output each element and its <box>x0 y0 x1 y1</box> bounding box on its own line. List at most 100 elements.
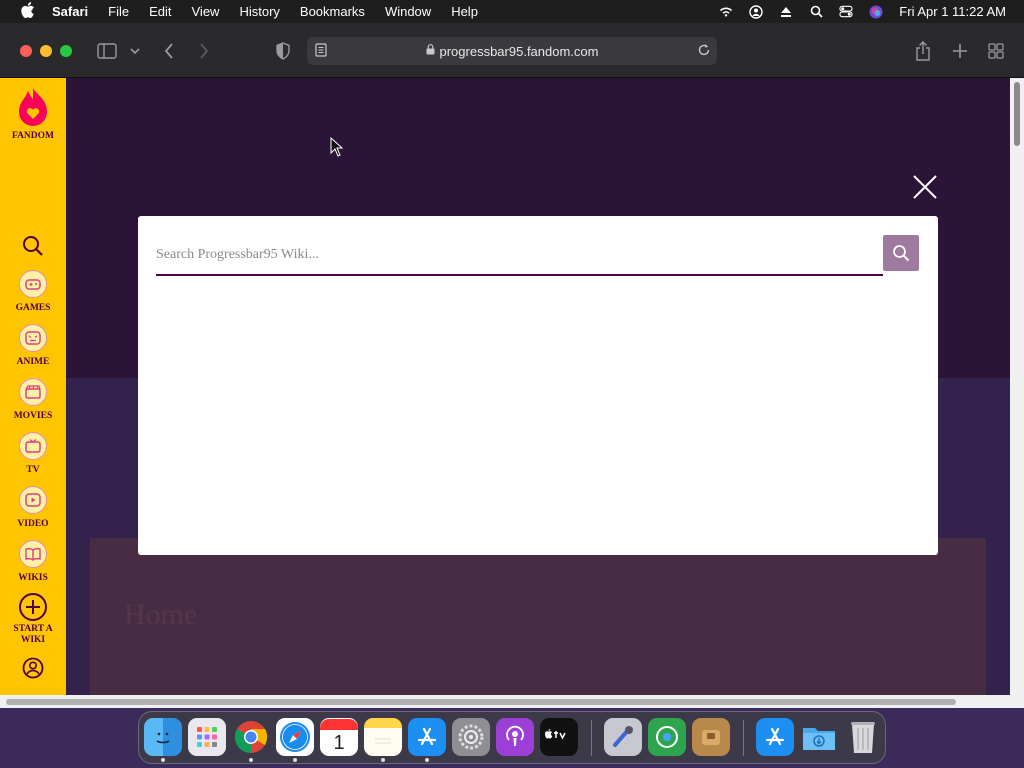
fandom-logo-label: FANDOM <box>11 131 55 141</box>
safari-icon[interactable] <box>276 718 314 756</box>
podcasts-icon[interactable] <box>496 718 534 756</box>
vertical-scrollbar[interactable] <box>1010 78 1024 695</box>
finder-icon[interactable] <box>144 718 182 756</box>
sidebar-search[interactable] <box>0 235 66 257</box>
sidebar-item-anime[interactable]: ANIME <box>0 324 66 368</box>
horizontal-scrollbar-thumb[interactable] <box>6 699 956 705</box>
plus-circle-icon <box>19 593 47 621</box>
sidebar-item-wikis[interactable]: WIKIS <box>0 540 66 584</box>
dock-separator <box>743 720 744 756</box>
search-submit-button[interactable] <box>883 235 919 271</box>
start-wiki-label-line1: START A <box>13 624 53 634</box>
window-minimize-button[interactable] <box>40 45 52 57</box>
new-tab-icon[interactable] <box>950 41 970 61</box>
mouse-cursor-icon <box>330 137 344 157</box>
app-store-download-icon[interactable] <box>756 718 794 756</box>
fandom-global-nav: FANDOM GAMES ANIME MOVIES TV VIDEO WIKIS… <box>0 78 66 695</box>
system-preferences-icon[interactable] <box>452 718 490 756</box>
dock-separator <box>591 720 592 756</box>
calendar-month-band <box>320 718 358 730</box>
fandom-flame-icon <box>19 88 47 126</box>
tab-overview-icon[interactable] <box>986 41 1006 61</box>
chrome-icon[interactable] <box>232 718 270 756</box>
book-icon <box>19 540 47 568</box>
close-search-button[interactable] <box>912 174 938 200</box>
running-indicator <box>425 758 429 762</box>
running-indicator <box>249 758 253 762</box>
fandom-logo[interactable]: FANDOM <box>0 86 66 142</box>
sidebar-toggle-icon[interactable] <box>96 41 118 61</box>
xcode-tools-icon[interactable] <box>604 718 642 756</box>
launchpad-icon[interactable] <box>188 718 226 756</box>
menu-history[interactable]: History <box>239 4 279 19</box>
window-zoom-button[interactable] <box>60 45 72 57</box>
macos-dock: 1 <box>138 711 886 764</box>
wifi-icon[interactable] <box>719 5 733 19</box>
user-icon <box>22 657 44 679</box>
menu-file[interactable]: File <box>108 4 129 19</box>
sidebar-item-games[interactable]: GAMES <box>0 270 66 314</box>
address-bar[interactable]: progressbar95.fandom.com <box>307 37 717 65</box>
sidebar-item-label: GAMES <box>15 303 51 313</box>
clapperboard-icon <box>19 378 47 406</box>
menu-help[interactable]: Help <box>451 4 478 19</box>
sidebar-item-movies[interactable]: MOVIES <box>0 378 66 422</box>
sidebar-item-label: MOVIES <box>13 411 53 421</box>
lock-icon <box>426 44 435 58</box>
siri-icon[interactable] <box>869 5 883 19</box>
forward-icon[interactable] <box>195 41 213 61</box>
reload-icon[interactable] <box>697 43 711 60</box>
share-icon[interactable] <box>913 40 933 62</box>
start-a-wiki-button[interactable]: START A WIKI <box>0 592 66 646</box>
sidebar-item-video[interactable]: VIDEO <box>0 486 66 530</box>
running-indicator <box>381 758 385 762</box>
calendar-day-glyph: 1 <box>333 731 345 754</box>
reader-view-icon[interactable] <box>315 43 327 60</box>
menu-edit[interactable]: Edit <box>149 4 171 19</box>
calendar-icon[interactable]: 1 <box>320 718 358 756</box>
close-icon <box>913 175 937 199</box>
sidebar-item-tv[interactable]: TV <box>0 432 66 476</box>
search-modal <box>138 216 938 555</box>
find-my-icon[interactable] <box>648 718 686 756</box>
web-page: Home FANDOM GAMES ANIME MOVIES TV VIDEO … <box>0 78 1010 695</box>
tab-group-chevron-icon[interactable] <box>129 43 141 59</box>
vertical-scrollbar-thumb[interactable] <box>1014 82 1020 146</box>
menu-view[interactable]: View <box>192 4 220 19</box>
archive-utility-icon[interactable] <box>692 718 730 756</box>
running-indicator <box>161 758 165 762</box>
sidebar-item-label: WIKIS <box>18 573 48 583</box>
apple-tv-icon[interactable] <box>540 718 578 756</box>
search-input[interactable] <box>156 236 883 276</box>
horizontal-scrollbar[interactable] <box>0 695 1024 708</box>
menu-app-name[interactable]: Safari <box>52 4 88 19</box>
user-account-icon[interactable] <box>749 4 763 19</box>
eject-icon[interactable] <box>779 5 793 19</box>
url-text: progressbar95.fandom.com <box>439 43 599 59</box>
downloads-folder-icon[interactable] <box>800 718 838 756</box>
tv-icon <box>19 432 47 460</box>
control-center-icon[interactable] <box>839 5 853 19</box>
search-icon[interactable] <box>22 235 44 257</box>
app-store-icon[interactable] <box>408 718 446 756</box>
apple-menu-icon[interactable] <box>18 1 38 22</box>
search-icon <box>893 245 910 262</box>
window-close-button[interactable] <box>20 45 32 57</box>
privacy-shield-icon[interactable] <box>273 41 293 61</box>
start-wiki-label-line2: WIKI <box>20 635 46 645</box>
sidebar-user-account[interactable] <box>0 657 66 679</box>
spotlight-search-icon[interactable] <box>809 5 823 19</box>
sidebar-item-label: ANIME <box>16 357 50 367</box>
back-icon[interactable] <box>160 41 178 61</box>
trash-icon[interactable] <box>844 718 882 756</box>
sidebar-item-label: VIDEO <box>17 519 49 529</box>
macos-menu-bar: Safari File Edit View History Bookmarks … <box>0 0 1024 23</box>
menu-bookmarks[interactable]: Bookmarks <box>300 4 365 19</box>
sidebar-item-label: TV <box>26 465 40 475</box>
notes-icon[interactable] <box>364 718 402 756</box>
play-icon <box>19 486 47 514</box>
gamepad-icon <box>19 270 47 298</box>
menu-clock[interactable]: Fri Apr 1 11:22 AM <box>899 4 1006 19</box>
anime-icon <box>19 324 47 352</box>
menu-window[interactable]: Window <box>385 4 431 19</box>
